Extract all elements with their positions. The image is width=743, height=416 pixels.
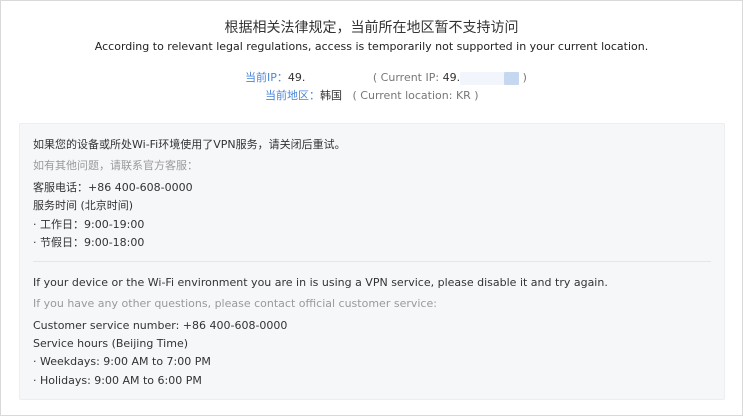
- service-hours-weekdays-zh: · 工作日：9:00-19:00: [33, 218, 145, 231]
- service-hours-holidays-en: · Holidays: 9:00 AM to 6:00 PM: [33, 374, 202, 387]
- current-ip-row: 当前IP：49. ( Current IP: 49. ): [245, 69, 527, 85]
- notice-divider: [33, 261, 711, 262]
- service-phone-zh: 客服电话：+86 400-608-0000: [33, 181, 193, 194]
- current-ip-paren-close: ): [522, 71, 527, 84]
- redacted-ip-mask-en: [460, 71, 505, 85]
- current-location-label-zh: 当前地区：: [265, 89, 320, 102]
- current-location-row: 当前地区：韩国 ( Current location: KR ): [265, 87, 479, 103]
- current-location-en: ( Current location: KR ): [352, 89, 479, 102]
- page-title-en: According to relevant legal regulations,…: [94, 40, 649, 53]
- current-ip-label-en: ( Current IP:: [372, 71, 443, 84]
- redacted-ip-mask-en-end: [504, 71, 520, 85]
- vpn-notice-en: If your device or the Wi-Fi environment …: [33, 276, 608, 289]
- contact-hint-en: If you have any other questions, please …: [33, 297, 437, 310]
- service-hours-title-zh: 服务时间 (北京时间): [33, 199, 134, 212]
- page-title-zh: 根据相关法律规定，当前所在地区暂不支持访问: [224, 20, 519, 36]
- redacted-ip-mask: [305, 71, 370, 85]
- current-ip-value: 49.: [287, 71, 306, 84]
- notice-panel: 如果您的设备或所处Wi-Fi环境使用了VPN服务，请关闭后重试。 如有其他问题，…: [19, 123, 725, 400]
- current-ip-value-en: 49.: [442, 71, 461, 84]
- page-frame: 根据相关法律规定，当前所在地区暂不支持访问 According to relev…: [0, 0, 743, 416]
- service-hours-weekdays-en: · Weekdays: 9:00 AM to 7:00 PM: [33, 355, 211, 368]
- contact-hint-zh: 如有其他问题，请联系官方客服：: [33, 159, 198, 172]
- service-phone-en: Customer service number: +86 400-608-000…: [33, 319, 288, 332]
- vpn-notice-zh: 如果您的设备或所处Wi-Fi环境使用了VPN服务，请关闭后重试。: [33, 138, 346, 151]
- service-hours-title-en: Service hours (Beijing Time): [33, 337, 189, 350]
- current-location-value-zh: 韩国: [320, 89, 342, 102]
- service-hours-holidays-zh: · 节假日：9:00-18:00: [33, 236, 145, 249]
- current-ip-label-zh: 当前IP：: [245, 71, 288, 84]
